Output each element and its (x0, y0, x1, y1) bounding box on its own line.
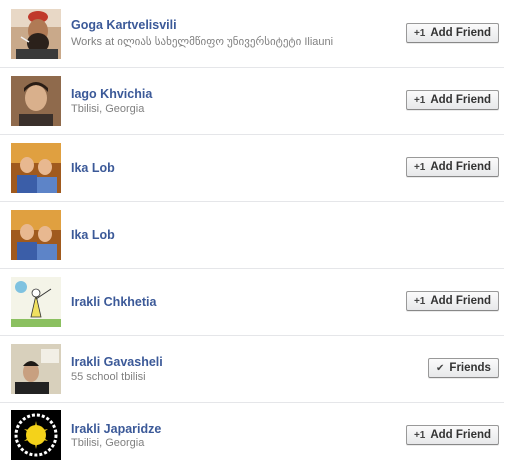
button-label: Add Friend (430, 161, 492, 173)
add-friend-button[interactable]: +1 Add Friend (406, 157, 499, 177)
checkmark-icon: ✔ (436, 362, 445, 374)
friend-row: Irakli Gavasheli 55 school tbilisi ✔ Fri… (0, 335, 514, 402)
add-friend-button[interactable]: +1 Add Friend (406, 90, 499, 110)
friend-subtitle: Works at ილიას სახელმწიფო უნივერსიტეტი I… (71, 36, 334, 48)
button-label: Friends (449, 362, 491, 374)
friend-row: Ika Lob (0, 201, 514, 268)
avatar[interactable] (11, 210, 61, 260)
add-friend-icon: +1 (413, 295, 426, 307)
button-label: Add Friend (430, 429, 492, 441)
add-friend-icon: +1 (413, 94, 426, 106)
friend-subtitle: Tbilisi, Georgia (71, 437, 145, 449)
add-friend-icon: +1 (413, 161, 426, 173)
friend-name-link[interactable]: Irakli Chkhetia (71, 295, 156, 309)
friend-subtitle: Tbilisi, Georgia (71, 103, 145, 115)
add-friend-icon: +1 (413, 429, 426, 441)
avatar[interactable] (11, 9, 61, 59)
friend-name-link[interactable]: Ika Lob (71, 161, 115, 175)
friends-button[interactable]: ✔ Friends (428, 358, 499, 378)
friend-row: Ika Lob +1 Add Friend (0, 134, 514, 201)
avatar[interactable] (11, 277, 61, 327)
avatar[interactable] (11, 76, 61, 126)
friend-name-link[interactable]: Irakli Gavasheli (71, 355, 163, 369)
friend-subtitle: 55 school tbilisi (71, 371, 146, 383)
button-label: Add Friend (430, 94, 492, 106)
friend-name-link[interactable]: Iago Khvichia (71, 87, 152, 101)
button-label: Add Friend (430, 295, 492, 307)
friend-row: Goga Kartvelisvili Works at ილიას სახელმ… (0, 0, 514, 67)
friend-name-link[interactable]: Ika Lob (71, 228, 115, 242)
friend-name-link[interactable]: Irakli Japaridze (71, 422, 161, 436)
add-friend-button[interactable]: +1 Add Friend (406, 425, 499, 445)
add-friend-button[interactable]: +1 Add Friend (406, 23, 499, 43)
avatar[interactable] (11, 143, 61, 193)
avatar[interactable] (11, 344, 61, 394)
button-label: Add Friend (430, 27, 492, 39)
friend-name-link[interactable]: Goga Kartvelisvili (71, 18, 177, 32)
friend-row: Irakli Japaridze Tbilisi, Georgia +1 Add… (0, 402, 514, 469)
add-friend-button[interactable]: +1 Add Friend (406, 291, 499, 311)
add-friend-icon: +1 (413, 27, 426, 39)
avatar[interactable] (11, 410, 61, 460)
friend-row: Irakli Chkhetia +1 Add Friend (0, 268, 514, 335)
friend-list: Goga Kartvelisvili Works at ილიას სახელმ… (0, 0, 514, 460)
friend-row: Iago Khvichia Tbilisi, Georgia +1 Add Fr… (0, 67, 514, 134)
